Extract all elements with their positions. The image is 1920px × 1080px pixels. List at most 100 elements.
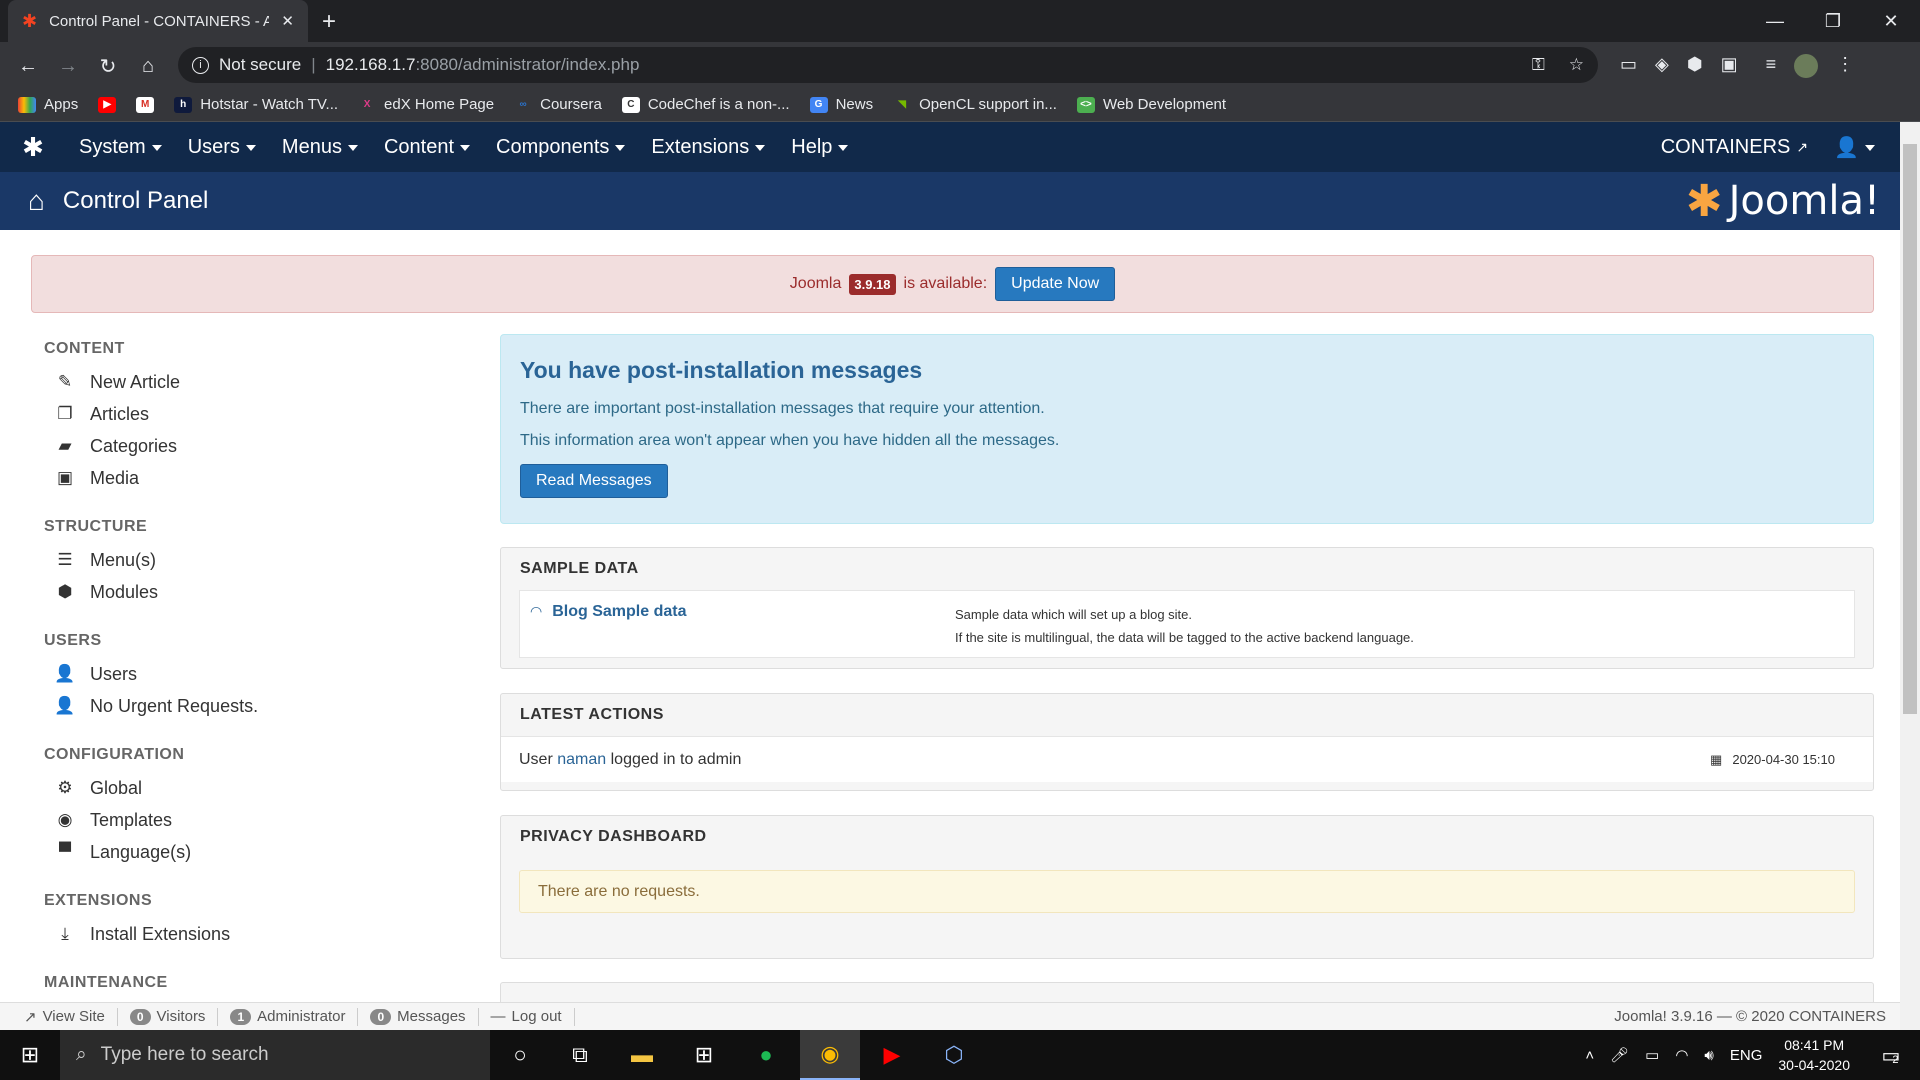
task-view-icon[interactable]: ⧉ <box>550 1030 610 1080</box>
bookmark-label: OpenCL support in... <box>919 96 1057 113</box>
sidebar-item-menus[interactable]: ☰ Menu(s) <box>30 544 460 576</box>
notifications-icon[interactable]: ▭ 2 <box>1860 1030 1920 1080</box>
wifi-icon: ◠ <box>530 603 543 619</box>
forward-icon[interactable]: → <box>52 50 84 82</box>
sidebar-item-new-article[interactable]: ✎ New Article <box>30 366 460 398</box>
chrome-icon[interactable]: ◉ <box>800 1030 860 1080</box>
media-icon[interactable]: ≡ <box>1766 54 1777 78</box>
url-separator: | <box>311 55 316 74</box>
clock[interactable]: 08:41 PM 30-04-2020 <box>1778 1035 1850 1075</box>
bookmark-edx[interactable]: XedX Home Page <box>358 96 494 113</box>
reload-icon[interactable]: ↻ <box>92 50 124 82</box>
bookmark-apps[interactable]: Apps <box>18 96 78 113</box>
cube-icon: ⬢ <box>57 582 73 601</box>
bookmark-webdev[interactable]: <> Web Development <box>1076 96 1226 113</box>
windows-start-icon[interactable]: ⊞ <box>0 1030 60 1080</box>
minimize-button[interactable]: — <box>1746 0 1804 42</box>
scrollbar-thumb[interactable] <box>1903 144 1917 714</box>
sidebar-item-requests[interactable]: 👤 No Urgent Requests. <box>30 690 460 722</box>
cortana-icon[interactable]: ○ <box>490 1030 550 1080</box>
language-indicator[interactable]: ENG <box>1730 1047 1763 1064</box>
menu-help[interactable]: Help <box>778 136 861 159</box>
view-site-link[interactable]: ↗ View Site <box>12 1007 118 1026</box>
pencil-icon: ✎ <box>57 372 73 391</box>
sidebar-item-modules[interactable]: ⬢ Modules <box>30 576 460 608</box>
battery-icon[interactable]: ▭ <box>1645 1046 1659 1064</box>
menu-extensions[interactable]: Extensions <box>638 136 778 159</box>
back-icon[interactable]: ← <box>12 50 44 82</box>
clock-time: 08:41 PM <box>1784 1037 1845 1053</box>
cast-icon[interactable]: ▭ <box>1620 54 1637 78</box>
extension-icon[interactable]: ◈ <box>1655 54 1669 78</box>
sidebar-item-languages[interactable]: ▀ Language(s) <box>30 836 460 868</box>
menu-system[interactable]: System <box>66 136 175 159</box>
bookmark-star-icon[interactable]: ☆ <box>1569 55 1584 75</box>
action-suffix: logged in to admin <box>610 750 742 768</box>
menu-menus[interactable]: Menus <box>269 136 371 159</box>
menu-users[interactable]: Users <box>175 136 269 159</box>
new-tab-button[interactable]: + <box>322 8 336 36</box>
messages-status[interactable]: 0 Messages <box>358 1007 479 1026</box>
store-icon[interactable]: ⊞ <box>674 1030 734 1080</box>
sidebar-item-global[interactable]: ⚙ Global <box>30 772 460 804</box>
download-icon: ⤓ <box>61 924 69 943</box>
joomla-favicon-icon: ✱ <box>22 10 38 31</box>
bookmark-opencl[interactable]: ◥ OpenCL support in... <box>893 96 1057 113</box>
cube-extension-icon[interactable]: ⬢ <box>1687 54 1703 78</box>
key-icon[interactable]: ⚿ <box>1532 55 1545 75</box>
gmail-icon: M <box>136 96 155 113</box>
joomla-logo-icon[interactable]: ✱ <box>0 132 66 163</box>
search-icon: ⌕ <box>76 1044 87 1065</box>
update-now-button[interactable]: Update Now <box>995 267 1116 301</box>
section-title-maintenance: MAINTENANCE <box>44 974 168 991</box>
virtualbox-icon[interactable]: ⬡ <box>924 1030 984 1080</box>
logout-link[interactable]: — Log out <box>479 1007 575 1026</box>
microphone-icon[interactable]: 🎤︎ <box>1610 1046 1629 1064</box>
bookmark-gmail[interactable]: M <box>136 96 155 113</box>
sidebar-item-users[interactable]: 👤 Users <box>30 658 460 690</box>
administrator-status[interactable]: 1 Administrator <box>218 1007 359 1026</box>
sidebar-item-templates[interactable]: ◉ Templates <box>30 804 460 836</box>
home-icon[interactable]: ⌂ <box>132 50 164 82</box>
webdev-icon: <> <box>1076 96 1095 113</box>
menu-content[interactable]: Content <box>371 136 483 159</box>
bookmark-label: Apps <box>44 96 79 113</box>
sidebar-item-categories[interactable]: ▰ Categories <box>30 430 460 462</box>
maximize-button[interactable]: ❐ <box>1804 0 1862 42</box>
read-messages-button[interactable]: Read Messages <box>520 464 668 498</box>
user-menu[interactable]: 👤 <box>1821 135 1888 160</box>
sidebar-label: Templates <box>90 809 173 830</box>
profile-avatar[interactable] <box>1794 54 1819 78</box>
close-tab-icon[interactable]: ✕ <box>281 12 294 30</box>
url-bar[interactable]: i Not secure | 192.168.1.7:8080/administ… <box>178 47 1598 83</box>
sidebar-item-install-extensions[interactable]: ⤓ Install Extensions <box>30 918 460 950</box>
count-badge: 0 <box>129 1008 151 1025</box>
bookmark-coursera[interactable]: ∞ Coursera <box>514 96 602 113</box>
joomla-top-menu: ✱ System Users Menus Content Components … <box>0 122 1900 172</box>
close-window-button[interactable]: ✕ <box>1862 0 1920 42</box>
info-icon[interactable]: i <box>192 56 209 74</box>
browser-tab[interactable]: ✱ Control Panel - CONTAINERS - Administr… <box>8 0 308 42</box>
taskbar-search[interactable]: ⌕ Type here to search <box>60 1030 490 1080</box>
chevron-up-icon[interactable]: ˄ <box>1585 1047 1594 1064</box>
external-link-icon: ↗ <box>1796 138 1809 155</box>
youtube-music-icon[interactable]: ▶ <box>862 1030 922 1080</box>
volume-icon[interactable]: 🔊︎ <box>1704 1047 1713 1064</box>
user-link[interactable]: naman <box>557 751 606 768</box>
more-menu-icon[interactable]: ⋮ <box>1836 54 1854 78</box>
wifi-icon[interactable]: ◠ <box>1675 1046 1688 1064</box>
pocket-extension-icon[interactable]: ▣ <box>1721 54 1738 78</box>
bookmark-news[interactable]: G News <box>809 96 874 113</box>
site-link[interactable]: CONTAINERS ↗ <box>1648 136 1821 159</box>
blog-sample-data-link[interactable]: Blog Sample data <box>552 603 686 621</box>
bookmark-hotstar[interactable]: h Hotstar - Watch TV... <box>174 96 338 113</box>
bookmark-codechef[interactable]: C CodeChef is a non-... <box>621 96 790 113</box>
sidebar-item-articles[interactable]: ❐ Articles <box>30 398 460 430</box>
file-explorer-icon[interactable]: ▬ <box>612 1030 672 1080</box>
visitors-status[interactable]: 0 Visitors <box>118 1007 219 1026</box>
spotify-icon[interactable]: ● <box>736 1030 796 1080</box>
bookmark-youtube[interactable]: ▶ <box>98 96 117 113</box>
bookmark-label: News <box>835 96 874 113</box>
menu-components[interactable]: Components <box>483 136 638 159</box>
sidebar-item-media[interactable]: ▣ Media <box>30 462 460 494</box>
